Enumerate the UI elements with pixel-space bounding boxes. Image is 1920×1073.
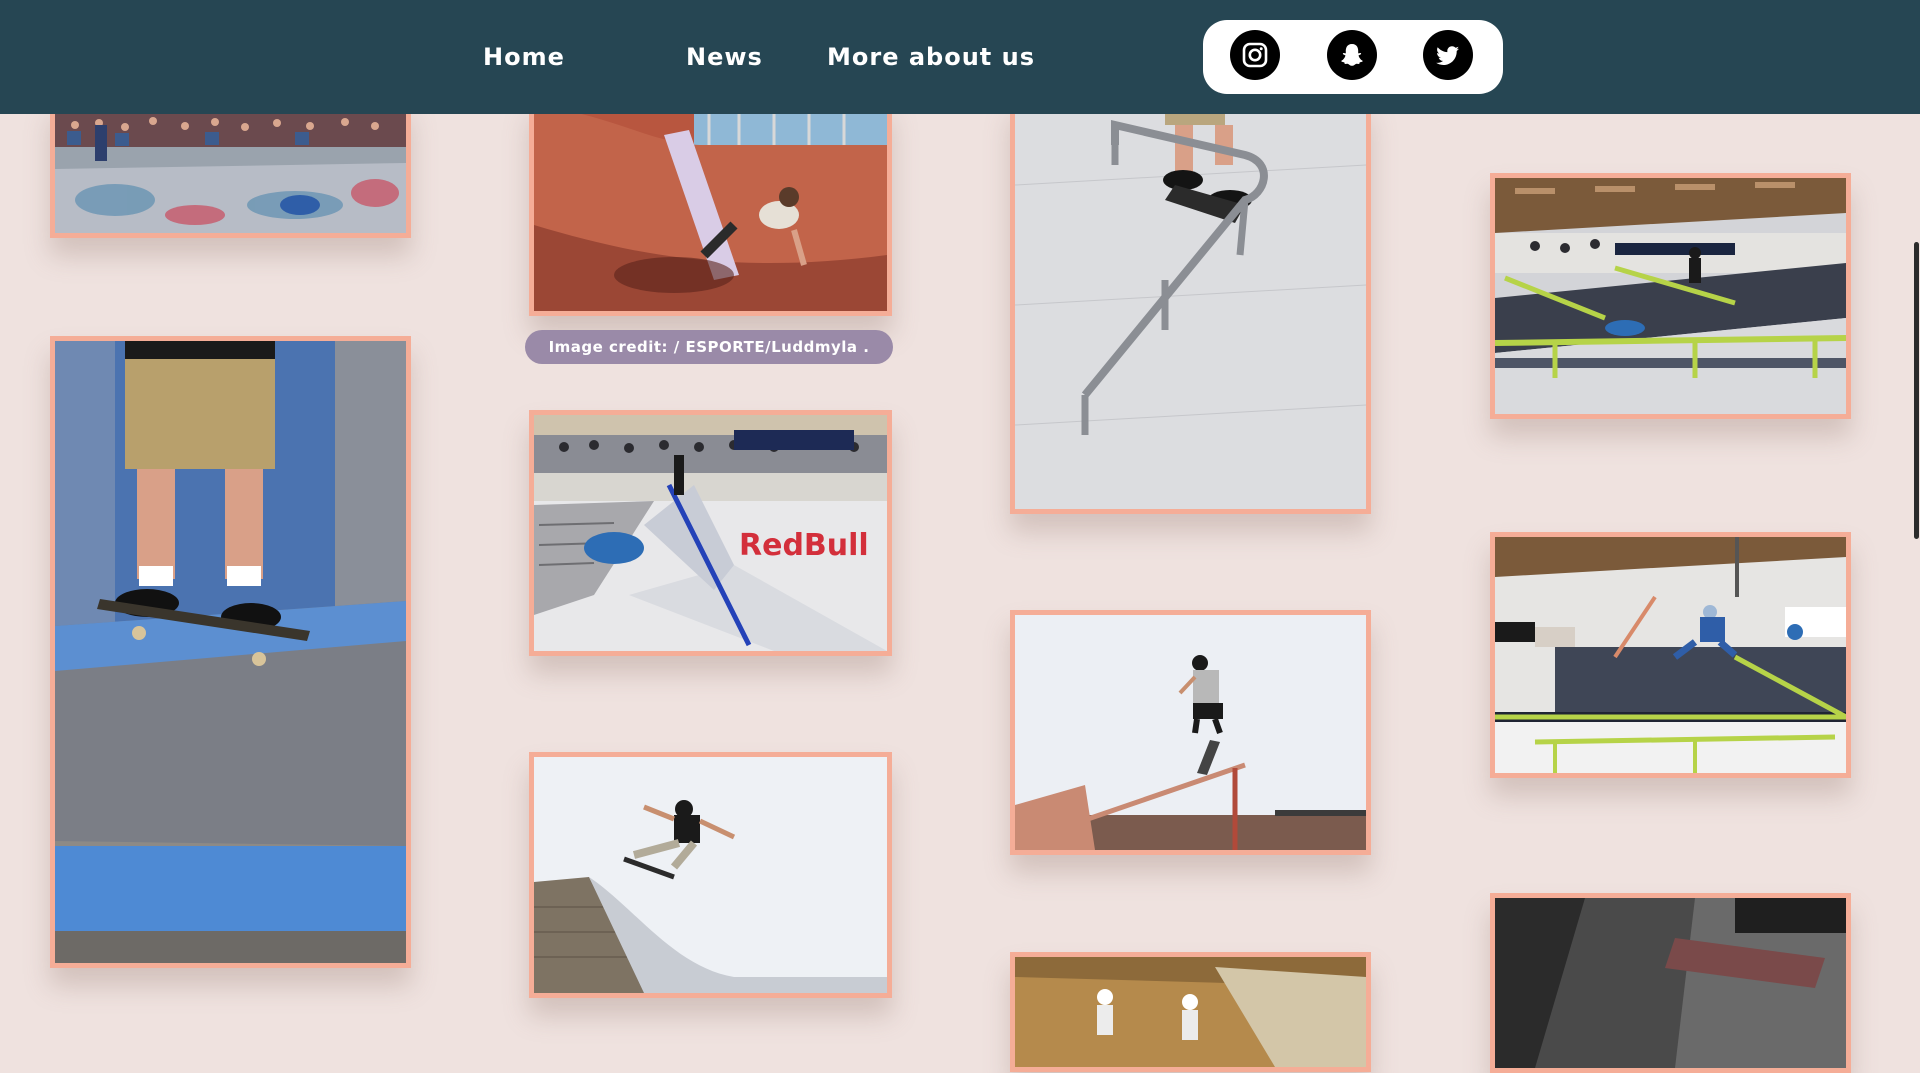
instagram-icon <box>1242 42 1268 68</box>
dark-close-up-graphic <box>1495 898 1846 1068</box>
snapchat-link[interactable] <box>1327 30 1377 80</box>
skater-feet-on-board-image[interactable] <box>50 336 411 968</box>
snapchat-icon <box>1341 44 1363 66</box>
redbull-park-rail-graphic: RedBull <box>534 415 887 651</box>
nav-link-more-about-us[interactable]: More about us <box>827 39 1035 75</box>
skater-feet-on-board-graphic <box>55 341 406 963</box>
indoor-kickflip-rails-graphic <box>1495 537 1846 773</box>
skatepark-crowd-bowl-graphic <box>55 105 406 233</box>
indoor-kickflip-rails-image[interactable] <box>1490 532 1851 778</box>
skater-bowl-wall-graphic <box>534 105 887 311</box>
top-navigation-bar: Home News More about us <box>0 0 1920 114</box>
instagram-link[interactable] <box>1230 30 1280 80</box>
skater-jump-over-rail-graphic <box>1015 615 1366 850</box>
redbull-sign-text: RedBull <box>739 528 869 563</box>
twitter-link[interactable] <box>1423 30 1473 80</box>
indoor-park-contest-image[interactable] <box>1490 173 1851 419</box>
skater-rail-grind-graphic <box>1015 105 1366 509</box>
nav-link-news[interactable]: News <box>686 39 763 75</box>
nav-link-home[interactable]: Home <box>483 39 565 75</box>
image-credit-caption: Image credit: / ESPORTE/Luddmyla . <box>525 330 893 364</box>
skatepark-crowd-bowl-image[interactable] <box>50 100 411 238</box>
skater-rail-grind-image[interactable] <box>1010 100 1371 514</box>
dark-close-up-image[interactable] <box>1490 893 1851 1073</box>
indoor-park-contest-graphic <box>1495 178 1846 414</box>
downhill-skaters-image[interactable] <box>1010 952 1371 1072</box>
twitter-icon <box>1436 46 1459 65</box>
redbull-park-rail-image[interactable]: RedBull <box>529 410 892 656</box>
page-scrollbar-thumb[interactable] <box>1914 242 1919 539</box>
skater-air-ramp-image[interactable] <box>529 752 892 998</box>
skater-bowl-wall-image[interactable] <box>529 100 892 316</box>
social-links-bar <box>1203 20 1503 94</box>
downhill-skaters-graphic <box>1015 957 1366 1067</box>
skater-air-ramp-graphic <box>534 757 887 993</box>
skater-jump-over-rail-image[interactable] <box>1010 610 1371 855</box>
